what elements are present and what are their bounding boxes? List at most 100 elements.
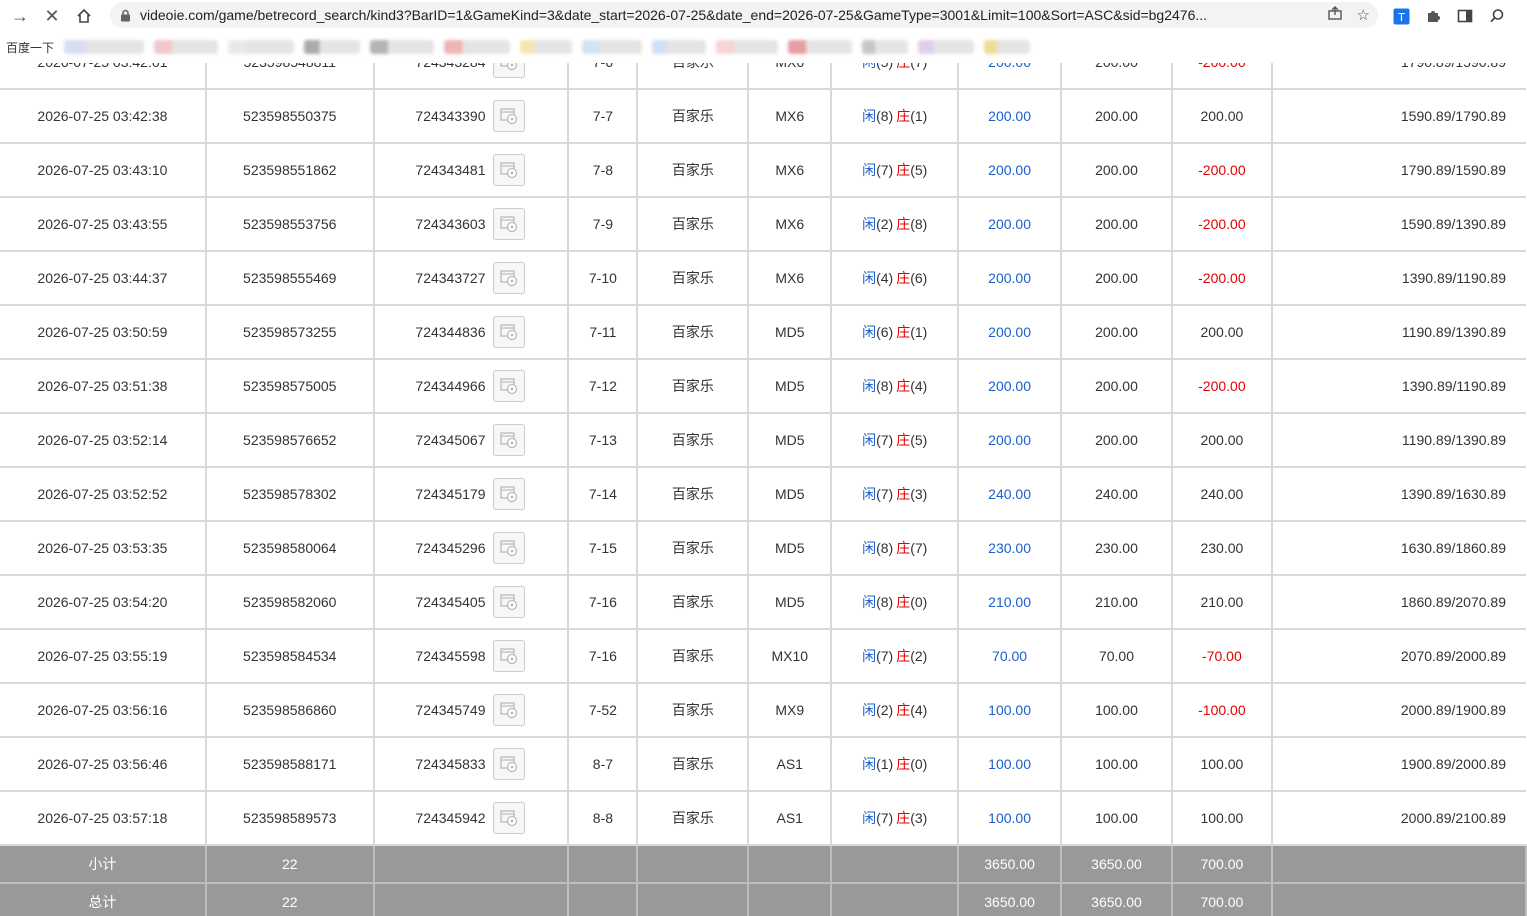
bet-id-text: 724344966 — [415, 378, 486, 394]
video-replay-icon[interactable] — [493, 640, 526, 672]
table-code-cell: AS1 — [748, 737, 833, 792]
valid-bet-cell: 210.00 — [1060, 575, 1174, 630]
banker-score: (1) — [910, 324, 928, 340]
table-code-cell: MD5 — [748, 521, 833, 576]
video-replay-icon[interactable] — [493, 802, 526, 834]
player-score: (2) — [876, 702, 894, 718]
bookmark-item[interactable] — [788, 40, 853, 54]
player-label: 闲 — [862, 702, 877, 718]
subtotal-row: 小计 22 3650.00 3650.00 700.00 — [0, 845, 1527, 884]
banker-label: 庄 — [896, 162, 911, 178]
bookmark-item[interactable] — [716, 40, 779, 54]
video-replay-icon[interactable] — [493, 100, 526, 132]
bookmark-item[interactable] — [444, 40, 511, 54]
video-replay-icon[interactable] — [493, 208, 526, 240]
banker-score: (2) — [910, 648, 928, 664]
translate-icon[interactable]: T — [1392, 7, 1410, 25]
bet-id-cell: 724345179 — [373, 467, 570, 522]
table-code-cell: MD5 — [748, 413, 833, 468]
game-name-cell: 百家乐 — [637, 197, 750, 252]
forward-icon[interactable]: → — [8, 4, 32, 28]
banker-score: (3) — [910, 810, 928, 826]
bookmark-star-icon[interactable]: ☆ — [1357, 6, 1370, 24]
subtotal-row-win: 700.00 — [1172, 845, 1273, 884]
bookmark-item[interactable] — [984, 40, 1031, 54]
bookmark-item[interactable] — [304, 40, 361, 54]
search-icon[interactable] — [1488, 7, 1506, 25]
bet-amount-cell: 100.00 — [958, 791, 1062, 846]
video-replay-icon[interactable] — [493, 424, 526, 456]
bet-time-cell: 2026-07-25 03:54:20 — [0, 575, 207, 630]
bet-id-cell: 724345833 — [373, 737, 570, 792]
stop-loading-icon[interactable]: ✕ — [40, 4, 64, 28]
table-code-cell: MD5 — [748, 575, 833, 630]
bookmark-item[interactable] — [64, 40, 145, 54]
lock-icon[interactable] — [118, 8, 132, 22]
bet-record-table-container[interactable]: 2026-07-25 03:42:01523598548811 724343284… — [0, 63, 1527, 916]
url-text[interactable]: videoie.com/game/betrecord_search/kind3?… — [140, 7, 1310, 23]
video-replay-icon[interactable] — [493, 532, 526, 564]
bookmark-item[interactable] — [154, 40, 219, 54]
video-replay-icon[interactable] — [493, 63, 526, 78]
video-replay-icon[interactable] — [493, 748, 526, 780]
game-name-cell: 百家乐 — [637, 467, 750, 522]
total-row-empty — [748, 883, 833, 916]
player-score: (2) — [876, 216, 894, 232]
extensions-puzzle-icon[interactable] — [1424, 7, 1442, 25]
player-label: 闲 — [862, 162, 877, 178]
banker-label: 庄 — [896, 702, 911, 718]
player-score: (7) — [876, 648, 894, 664]
valid-bet-cell: 70.00 — [1060, 629, 1174, 684]
bookmark-item[interactable] — [652, 40, 707, 54]
video-replay-icon[interactable] — [493, 262, 526, 294]
video-replay-icon[interactable] — [493, 478, 526, 510]
win-loss-cell: -200.00 — [1172, 359, 1273, 414]
player-score: (7) — [876, 432, 894, 448]
video-replay-icon[interactable] — [493, 586, 526, 618]
player-label: 闲 — [862, 378, 877, 394]
video-replay-icon[interactable] — [493, 316, 526, 348]
bet-time-cell: 2026-07-25 03:55:19 — [0, 629, 207, 684]
balance-cell: 1630.89/1860.89 — [1271, 521, 1526, 576]
banker-score: (7) — [910, 63, 927, 70]
win-loss-cell: 230.00 — [1172, 521, 1273, 576]
bookmark-baidu[interactable]: 百度一下 — [6, 39, 54, 56]
player-label: 闲 — [862, 324, 877, 340]
bookmark-item[interactable] — [520, 40, 573, 54]
bookmark-item[interactable] — [370, 40, 435, 54]
video-replay-icon[interactable] — [493, 370, 526, 402]
bet-amount-cell: 200.00 — [958, 305, 1062, 360]
result-cell: 闲(6) 庄(1) — [831, 305, 960, 360]
banker-score: (4) — [910, 378, 928, 394]
win-loss-cell: 200.00 — [1172, 305, 1273, 360]
result-cell: 闲(2) 庄(4) — [831, 683, 960, 738]
video-replay-icon[interactable] — [493, 694, 526, 726]
balance-cell: 1590.89/1390.89 — [1271, 197, 1526, 252]
game-name-cell: 百家乐 — [637, 305, 750, 360]
table-code-cell: MX9 — [748, 683, 833, 738]
player-label: 闲 — [862, 540, 877, 556]
subtotal-row-empty — [748, 845, 833, 884]
video-replay-icon[interactable] — [493, 154, 526, 186]
share-icon[interactable] — [1327, 5, 1343, 25]
bet-amount-cell: 200.00 — [958, 413, 1062, 468]
bet-amount-cell: 200.00 — [958, 359, 1062, 414]
banker-label: 庄 — [896, 648, 911, 664]
game-name-cell: 百家乐 — [637, 89, 750, 144]
balance-cell: 1390.89/1190.89 — [1271, 251, 1526, 306]
bookmark-item[interactable] — [862, 40, 909, 54]
bet-id-cell: 724344836 — [373, 305, 570, 360]
valid-bet-cell: 200.00 — [1060, 143, 1174, 198]
bet-record-table: 2026-07-25 03:42:01523598548811 724343284… — [0, 63, 1527, 916]
balance-cell: 1900.89/2000.89 — [1271, 737, 1526, 792]
bet-amount-cell: 100.00 — [958, 683, 1062, 738]
banker-label: 庄 — [896, 324, 911, 340]
bookmark-item[interactable] — [582, 40, 643, 54]
side-panel-icon[interactable] — [1456, 7, 1474, 25]
bookmark-item[interactable] — [228, 40, 295, 54]
player-score: (1) — [876, 756, 894, 772]
bookmark-item[interactable] — [918, 40, 975, 54]
balance-cell: 1790.89/1590.89 — [1271, 143, 1526, 198]
home-icon[interactable] — [72, 4, 96, 28]
address-bar[interactable]: videoie.com/game/betrecord_search/kind3?… — [110, 2, 1378, 28]
